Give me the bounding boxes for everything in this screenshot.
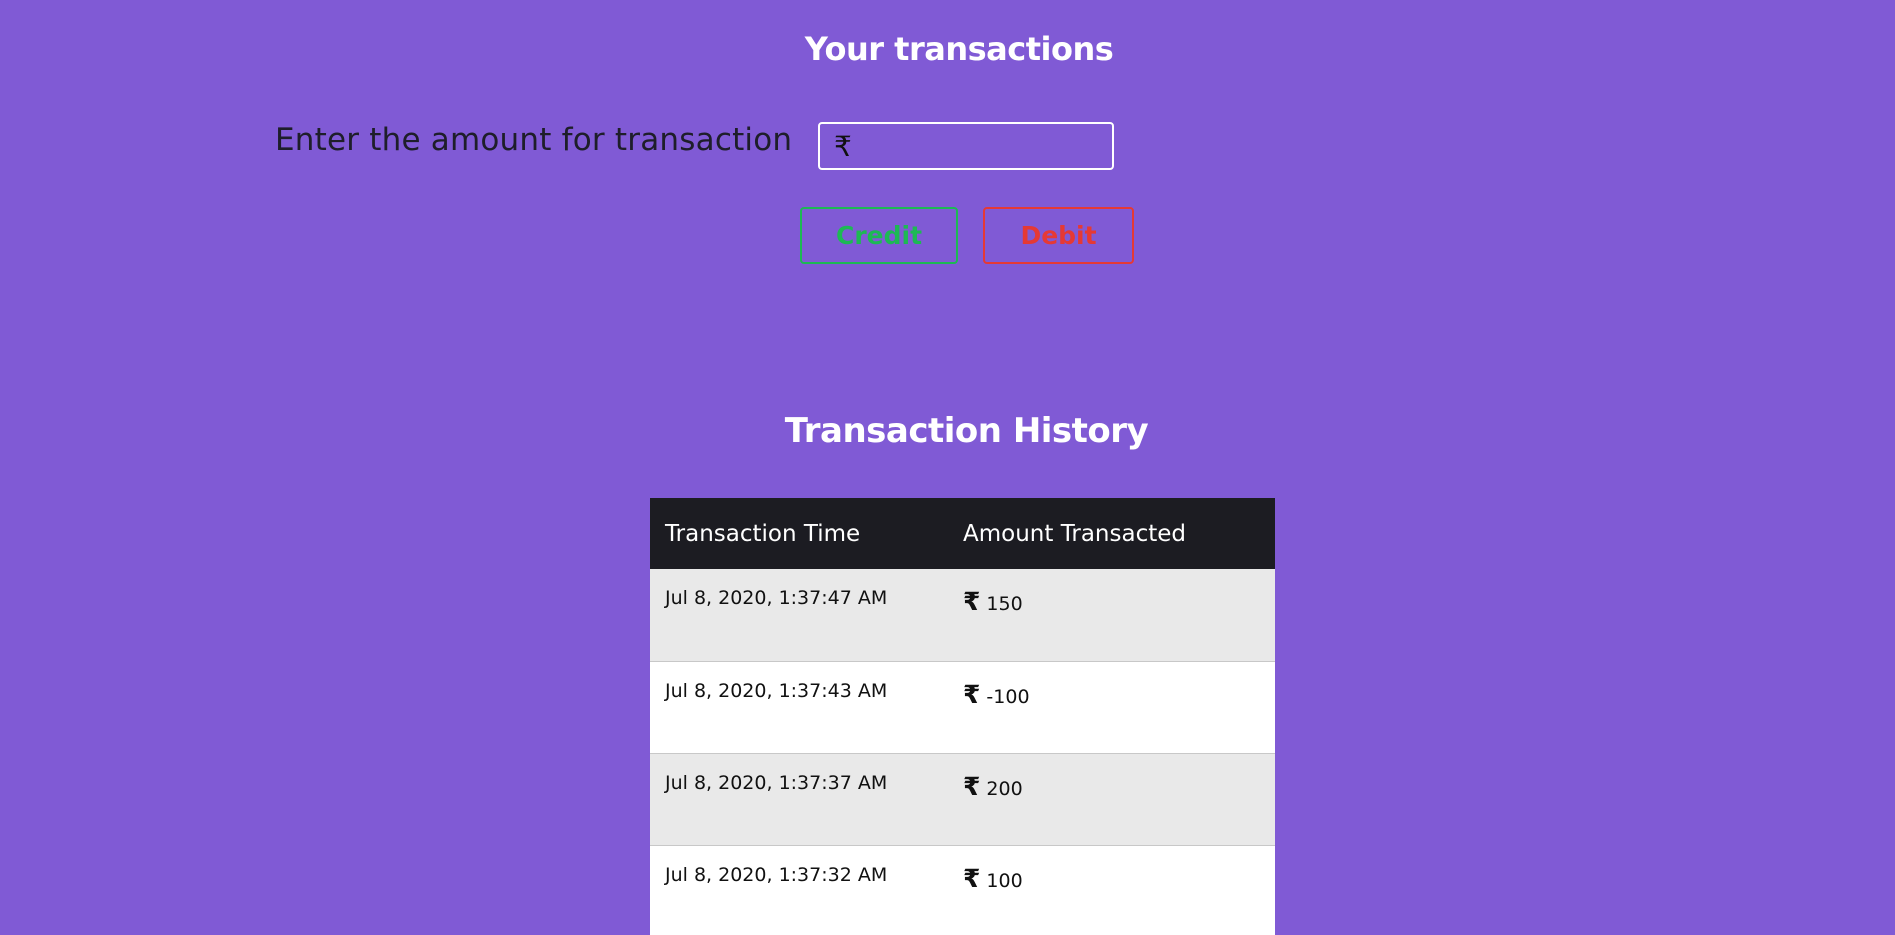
rupee-icon: ₹ bbox=[963, 863, 981, 893]
table-row: Jul 8, 2020, 1:37:32 AM ₹100 bbox=[650, 845, 1275, 935]
transaction-amount-cell: ₹200 bbox=[948, 753, 1275, 846]
column-header-time: Transaction Time bbox=[650, 498, 948, 569]
column-header-amount: Amount Transacted bbox=[948, 498, 1275, 569]
debit-button[interactable]: Debit bbox=[983, 207, 1134, 264]
table-row: Jul 8, 2020, 1:37:43 AM ₹ -100 bbox=[650, 661, 1275, 754]
rupee-icon: ₹ bbox=[963, 679, 981, 709]
transaction-amount: 150 bbox=[986, 593, 1023, 615]
transaction-amount: 200 bbox=[986, 777, 1023, 800]
transaction-amount-cell: ₹ -100 bbox=[948, 661, 1275, 754]
transaction-time: Jul 8, 2020, 1:37:32 AM bbox=[650, 845, 948, 935]
table-row: Jul 8, 2020, 1:37:47 AM ₹150 bbox=[650, 569, 1275, 662]
transaction-time: Jul 8, 2020, 1:37:43 AM bbox=[650, 661, 948, 754]
transaction-time: Jul 8, 2020, 1:37:37 AM bbox=[650, 753, 948, 846]
transaction-amount: 100 bbox=[986, 869, 1023, 892]
rupee-icon: ₹ bbox=[963, 771, 981, 801]
amount-input[interactable] bbox=[859, 124, 1160, 168]
history-title: Transaction History bbox=[784, 411, 1149, 451]
rupee-icon: ₹ bbox=[963, 587, 981, 616]
transaction-amount-cell: ₹150 bbox=[948, 569, 1275, 662]
table-row: Jul 8, 2020, 1:37:37 AM ₹200 bbox=[650, 753, 1275, 846]
transaction-history-table: Transaction Time Amount Transacted Jul 8… bbox=[650, 498, 1275, 935]
page-title: Your transactions bbox=[804, 30, 1114, 68]
transaction-time: Jul 8, 2020, 1:37:47 AM bbox=[650, 569, 948, 662]
amount-field[interactable]: ₹ bbox=[818, 122, 1160, 170]
transactions-page: Your transactions Enter the amount for t… bbox=[0, 0, 1895, 935]
table-header-row: Transaction Time Amount Transacted bbox=[650, 498, 1275, 569]
rupee-icon: ₹ bbox=[834, 129, 852, 163]
amount-label: Enter the amount for transaction bbox=[275, 122, 793, 158]
transaction-amount: -100 bbox=[986, 685, 1030, 708]
transaction-amount-cell: ₹100 bbox=[948, 845, 1275, 935]
credit-button[interactable]: Credit bbox=[800, 207, 958, 264]
